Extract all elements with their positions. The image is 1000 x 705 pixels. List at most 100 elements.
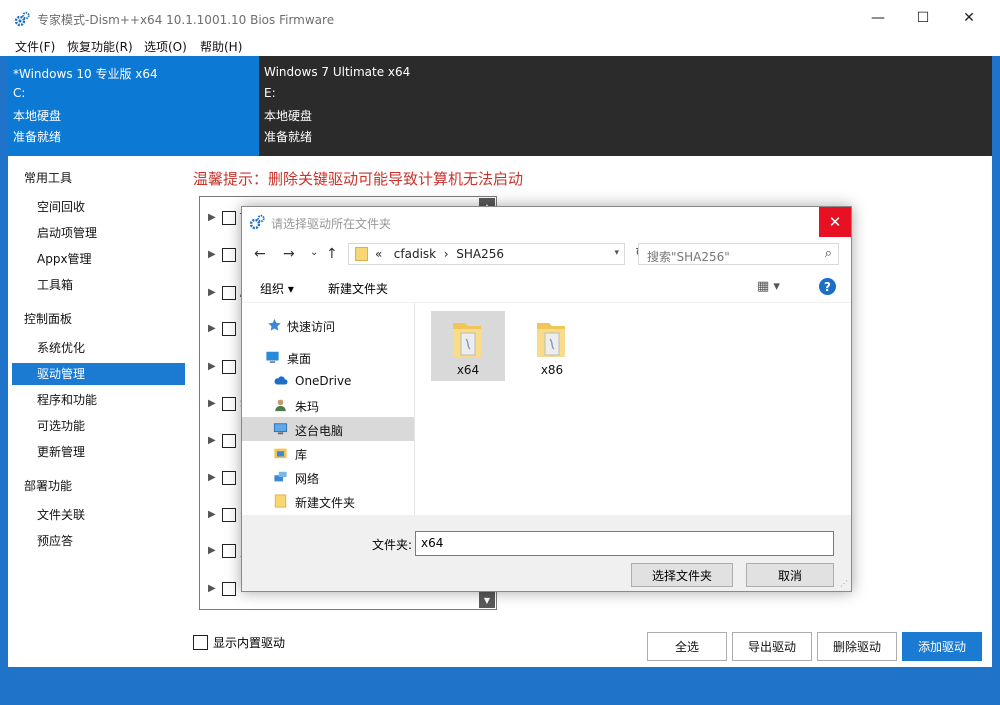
- expand-arrow-icon[interactable]: ▶: [208, 472, 216, 483]
- scroll-down-icon[interactable]: ▼: [479, 592, 495, 608]
- expand-arrow-icon[interactable]: ▶: [208, 398, 216, 409]
- view-options-icon[interactable]: ▦ ▾: [757, 279, 780, 294]
- sidebar-item-space-cleanup[interactable]: 空间回收: [12, 196, 185, 218]
- nav-item-user[interactable]: 朱玛: [242, 393, 414, 417]
- sidebar-item-file-association[interactable]: 文件关联: [12, 504, 185, 526]
- back-arrow-icon[interactable]: ←: [254, 246, 266, 262]
- expand-arrow-icon[interactable]: ▶: [208, 583, 216, 594]
- expand-arrow-icon[interactable]: ▶: [208, 249, 216, 260]
- search-input[interactable]: 搜索"SHA256": [647, 248, 730, 265]
- list-item[interactable]: ▶P: [206, 360, 247, 378]
- sidebar-item-optional-features[interactable]: 可选功能: [12, 415, 185, 437]
- driver-checkbox[interactable]: [222, 248, 236, 262]
- system-panel-current[interactable]: *Windows 10 专业版 x64 C: 本地硬盘 准备就绪: [8, 56, 259, 156]
- expand-arrow-icon[interactable]: ▶: [208, 361, 216, 372]
- search-icon[interactable]: ⌕: [825, 246, 832, 261]
- list-item[interactable]: ▶扌: [206, 508, 251, 526]
- gear-icon: [14, 11, 30, 27]
- list-item[interactable]: ▶ī: [206, 211, 246, 229]
- list-item[interactable]: ▶I: [206, 471, 246, 489]
- add-driver-button[interactable]: 添加驱动: [902, 632, 982, 661]
- sidebar-item-system-optimize[interactable]: 系统优化: [12, 337, 185, 359]
- dialog-title-bar[interactable]: 请选择驱动所在文件夹 ✕: [242, 207, 851, 237]
- close-button[interactable]: ✕: [946, 0, 992, 36]
- folder-name-input[interactable]: x64: [415, 531, 834, 556]
- up-arrow-icon[interactable]: ↑: [326, 246, 338, 262]
- driver-checkbox[interactable]: [222, 582, 236, 596]
- list-item[interactable]: ▶主: [206, 544, 251, 562]
- list-item[interactable]: ▶i: [206, 248, 246, 266]
- nav-item-label: OneDrive: [295, 374, 352, 388]
- nav-item-desktop[interactable]: 桌面: [242, 345, 414, 369]
- nav-item-new-folder[interactable]: 新建文件夹: [242, 489, 414, 513]
- delete-driver-button[interactable]: 删除驱动: [817, 632, 897, 661]
- forward-arrow-icon[interactable]: →: [283, 246, 295, 262]
- sidebar-item-programs[interactable]: 程序和功能: [12, 389, 185, 411]
- nav-item-network[interactable]: 网络: [242, 465, 414, 489]
- system-panel-other[interactable]: Windows 7 Ultimate x64 E: 本地硬盘 准备就绪: [259, 56, 992, 156]
- sidebar-item-startup[interactable]: 启动项管理: [12, 222, 185, 244]
- search-box[interactable]: 搜索"SHA256" ⌕: [638, 243, 839, 265]
- list-item[interactable]: ▶P: [206, 434, 247, 452]
- dialog-close-button[interactable]: ✕: [819, 207, 851, 237]
- expand-arrow-icon[interactable]: ▶: [208, 435, 216, 446]
- menu-restore[interactable]: 恢复功能(R): [67, 38, 133, 55]
- export-driver-button[interactable]: 导出驱动: [732, 632, 812, 661]
- minimize-button[interactable]: —: [855, 0, 901, 36]
- show-builtin-checkbox[interactable]: [193, 635, 208, 650]
- driver-checkbox[interactable]: [222, 360, 236, 374]
- list-item[interactable]: ▶S: [206, 397, 247, 415]
- show-builtin-toggle[interactable]: 显示内置驱动: [193, 634, 285, 651]
- sidebar-item-appx[interactable]: Appx管理: [12, 248, 185, 270]
- maximize-button[interactable]: ☐: [900, 0, 946, 36]
- driver-checkbox[interactable]: [222, 286, 236, 300]
- nav-item-library[interactable]: 库: [242, 441, 414, 465]
- menu-help[interactable]: 帮助(H): [200, 38, 242, 55]
- sidebar-group-deploy: 部署功能: [24, 479, 73, 493]
- star-icon: [268, 318, 281, 331]
- nav-item-label: 网络: [295, 472, 320, 486]
- menu-file[interactable]: 文件(F): [15, 38, 55, 55]
- sidebar-item-driver-management[interactable]: 驱动管理: [12, 363, 185, 385]
- sidebar-item-updates[interactable]: 更新管理: [12, 441, 185, 463]
- organize-button[interactable]: 组织 ▾: [260, 280, 294, 297]
- select-folder-button[interactable]: 选择文件夹: [631, 563, 733, 587]
- list-item[interactable]: ▶N: [206, 582, 248, 600]
- chevron-down-icon[interactable]: ▾: [614, 248, 619, 258]
- driver-checkbox[interactable]: [222, 434, 236, 448]
- resize-grip-icon[interactable]: ⋰: [840, 579, 848, 588]
- breadcrumb-cfadisk[interactable]: cfadisk: [394, 247, 436, 261]
- driver-checkbox[interactable]: [222, 471, 236, 485]
- folder-name: x86: [540, 363, 564, 377]
- list-item[interactable]: ▶Ë: [206, 322, 247, 340]
- select-all-button[interactable]: 全选: [647, 632, 727, 661]
- nav-item-this-pc[interactable]: 这台电脑: [242, 417, 414, 441]
- cancel-button[interactable]: 取消: [746, 563, 834, 587]
- expand-arrow-icon[interactable]: ▶: [208, 212, 216, 223]
- breadcrumb-overflow[interactable]: «: [375, 247, 382, 261]
- nav-item-onedrive[interactable]: OneDrive: [242, 369, 414, 393]
- driver-checkbox[interactable]: [222, 397, 236, 411]
- driver-checkbox[interactable]: [222, 544, 236, 558]
- nav-item-quick-access[interactable]: 快速访问: [242, 313, 414, 337]
- expand-arrow-icon[interactable]: ▶: [208, 545, 216, 556]
- folder-tile-x86[interactable]: x86: [515, 311, 589, 381]
- sidebar-item-toolbox[interactable]: 工具箱: [12, 274, 185, 296]
- expand-arrow-icon[interactable]: ▶: [208, 509, 216, 520]
- new-folder-button[interactable]: 新建文件夹: [328, 280, 388, 297]
- help-icon[interactable]: ?: [819, 278, 836, 295]
- expand-arrow-icon[interactable]: ▶: [208, 323, 216, 334]
- driver-checkbox[interactable]: [222, 211, 236, 225]
- driver-checkbox[interactable]: [222, 322, 236, 336]
- expand-arrow-icon[interactable]: ▶: [208, 287, 216, 298]
- title-bar[interactable]: 专家模式-Dism++x64 10.1.1001.10 Bios Firmwar…: [0, 0, 1000, 36]
- folder-icon: [453, 323, 481, 357]
- recent-locations-icon[interactable]: ⌄: [310, 247, 318, 258]
- breadcrumb-sha256[interactable]: SHA256: [456, 247, 504, 261]
- menu-options[interactable]: 选项(O): [144, 38, 187, 55]
- folder-tile-x64[interactable]: x64: [431, 311, 505, 381]
- sidebar-item-unattend[interactable]: 预应答: [12, 530, 185, 552]
- list-item[interactable]: ▶/: [206, 286, 246, 304]
- address-bar[interactable]: « cfadisk › SHA256 ▾ ↻: [348, 243, 646, 265]
- driver-checkbox[interactable]: [222, 508, 236, 522]
